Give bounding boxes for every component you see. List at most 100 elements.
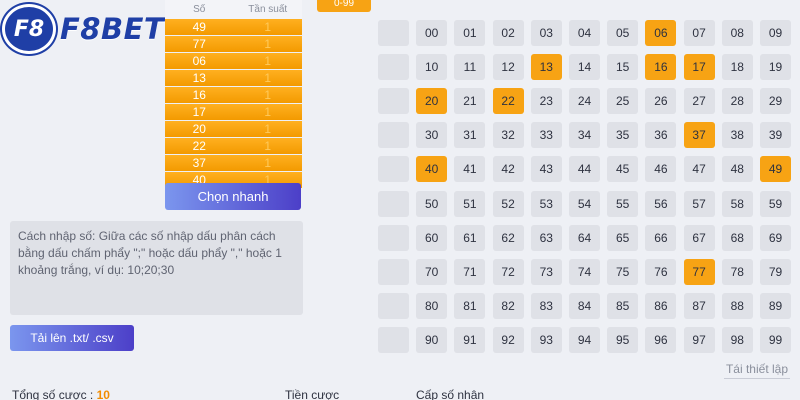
number-cell-04[interactable]: 04	[569, 20, 600, 46]
number-cell-41[interactable]: 41	[454, 156, 486, 183]
number-cell-62[interactable]: 62	[492, 224, 524, 251]
number-cell-86[interactable]: 86	[645, 292, 677, 319]
number-cell-03[interactable]: 03	[530, 20, 562, 46]
number-cell-50[interactable]: 50	[416, 190, 448, 217]
number-cell-71[interactable]: 71	[454, 258, 486, 285]
number-cell-36[interactable]: 36	[645, 122, 677, 149]
number-cell-56[interactable]: 56	[645, 190, 677, 217]
upload-file-button[interactable]: Tải lên .txt/ .csv	[10, 325, 134, 351]
number-cell-21[interactable]: 21	[454, 88, 486, 115]
number-cell-72[interactable]: 72	[492, 258, 524, 285]
number-cell-40[interactable]: 40	[416, 156, 448, 183]
number-cell-02[interactable]: 02	[492, 20, 524, 46]
number-cell-39[interactable]: 39	[760, 122, 791, 149]
number-cell-64[interactable]: 64	[569, 224, 600, 251]
number-cell-81[interactable]: 81	[454, 292, 486, 319]
number-cell-55[interactable]: 55	[607, 190, 639, 217]
row-select-cell[interactable]	[378, 20, 409, 46]
number-cell-58[interactable]: 58	[721, 190, 753, 217]
number-cell-26[interactable]: 26	[645, 88, 677, 115]
input-hint-textarea[interactable]: Cách nhập số: Giữa các số nhập dấu phân …	[10, 221, 303, 315]
number-cell-97[interactable]: 97	[683, 326, 715, 353]
number-cell-45[interactable]: 45	[607, 156, 639, 183]
number-cell-74[interactable]: 74	[569, 258, 600, 285]
number-cell-22[interactable]: 22	[492, 88, 524, 115]
number-cell-87[interactable]: 87	[683, 292, 715, 319]
number-cell-79[interactable]: 79	[760, 258, 791, 285]
number-cell-89[interactable]: 89	[760, 292, 791, 319]
number-cell-12[interactable]: 12	[492, 54, 524, 81]
number-cell-05[interactable]: 05	[607, 20, 639, 46]
row-select-cell[interactable]	[378, 258, 409, 285]
number-cell-83[interactable]: 83	[530, 292, 562, 319]
number-cell-20[interactable]: 20	[416, 88, 448, 115]
number-cell-91[interactable]: 91	[454, 326, 486, 353]
row-select-cell[interactable]	[378, 224, 409, 251]
number-cell-15[interactable]: 15	[607, 54, 639, 81]
number-cell-66[interactable]: 66	[645, 224, 677, 251]
number-cell-07[interactable]: 07	[683, 20, 715, 46]
number-cell-52[interactable]: 52	[492, 190, 524, 217]
row-select-cell[interactable]	[378, 292, 409, 319]
number-cell-06[interactable]: 06	[645, 20, 677, 46]
row-select-cell[interactable]	[378, 122, 409, 149]
row-select-cell[interactable]	[378, 156, 409, 183]
number-cell-67[interactable]: 67	[683, 224, 715, 251]
number-cell-28[interactable]: 28	[721, 88, 753, 115]
number-cell-16[interactable]: 16	[645, 54, 677, 81]
number-cell-44[interactable]: 44	[569, 156, 600, 183]
quick-pick-button[interactable]: Chọn nhanh	[165, 183, 301, 210]
number-cell-82[interactable]: 82	[492, 292, 524, 319]
number-cell-96[interactable]: 96	[645, 326, 677, 353]
row-select-cell[interactable]	[378, 326, 409, 353]
number-cell-75[interactable]: 75	[607, 258, 639, 285]
number-cell-78[interactable]: 78	[721, 258, 753, 285]
number-cell-27[interactable]: 27	[683, 88, 715, 115]
row-select-cell[interactable]	[378, 54, 409, 81]
number-cell-25[interactable]: 25	[607, 88, 639, 115]
number-cell-53[interactable]: 53	[530, 190, 562, 217]
number-cell-34[interactable]: 34	[569, 122, 600, 149]
number-cell-48[interactable]: 48	[721, 156, 753, 183]
number-cell-54[interactable]: 54	[569, 190, 600, 217]
number-cell-35[interactable]: 35	[607, 122, 639, 149]
reset-link[interactable]: Tái thiết lập	[724, 362, 790, 379]
range-tab[interactable]: 0-99	[317, 0, 371, 12]
number-cell-61[interactable]: 61	[454, 224, 486, 251]
number-cell-77[interactable]: 77	[683, 258, 715, 285]
number-cell-60[interactable]: 60	[416, 224, 448, 251]
number-cell-46[interactable]: 46	[645, 156, 677, 183]
number-cell-65[interactable]: 65	[607, 224, 639, 251]
number-cell-19[interactable]: 19	[760, 54, 791, 81]
number-cell-38[interactable]: 38	[721, 122, 753, 149]
number-cell-49[interactable]: 49	[760, 156, 791, 183]
number-cell-80[interactable]: 80	[416, 292, 448, 319]
number-cell-17[interactable]: 17	[683, 54, 715, 81]
number-cell-95[interactable]: 95	[607, 326, 639, 353]
number-cell-01[interactable]: 01	[454, 20, 486, 46]
number-cell-93[interactable]: 93	[530, 326, 562, 353]
number-cell-99[interactable]: 99	[760, 326, 791, 353]
number-cell-10[interactable]: 10	[416, 54, 448, 81]
number-cell-70[interactable]: 70	[416, 258, 448, 285]
number-cell-11[interactable]: 11	[454, 54, 486, 81]
number-cell-57[interactable]: 57	[683, 190, 715, 217]
number-cell-85[interactable]: 85	[607, 292, 639, 319]
number-cell-51[interactable]: 51	[454, 190, 486, 217]
number-cell-98[interactable]: 98	[721, 326, 753, 353]
number-cell-32[interactable]: 32	[492, 122, 524, 149]
number-cell-18[interactable]: 18	[721, 54, 753, 81]
number-cell-90[interactable]: 90	[416, 326, 448, 353]
number-cell-37[interactable]: 37	[683, 122, 715, 149]
number-cell-59[interactable]: 59	[760, 190, 791, 217]
number-cell-14[interactable]: 14	[569, 54, 600, 81]
number-cell-68[interactable]: 68	[721, 224, 753, 251]
number-cell-43[interactable]: 43	[530, 156, 562, 183]
number-cell-29[interactable]: 29	[760, 88, 791, 115]
number-cell-88[interactable]: 88	[721, 292, 753, 319]
number-cell-13[interactable]: 13	[530, 54, 562, 81]
number-cell-63[interactable]: 63	[530, 224, 562, 251]
number-cell-00[interactable]: 00	[416, 20, 448, 46]
number-cell-30[interactable]: 30	[416, 122, 448, 149]
number-cell-33[interactable]: 33	[530, 122, 562, 149]
